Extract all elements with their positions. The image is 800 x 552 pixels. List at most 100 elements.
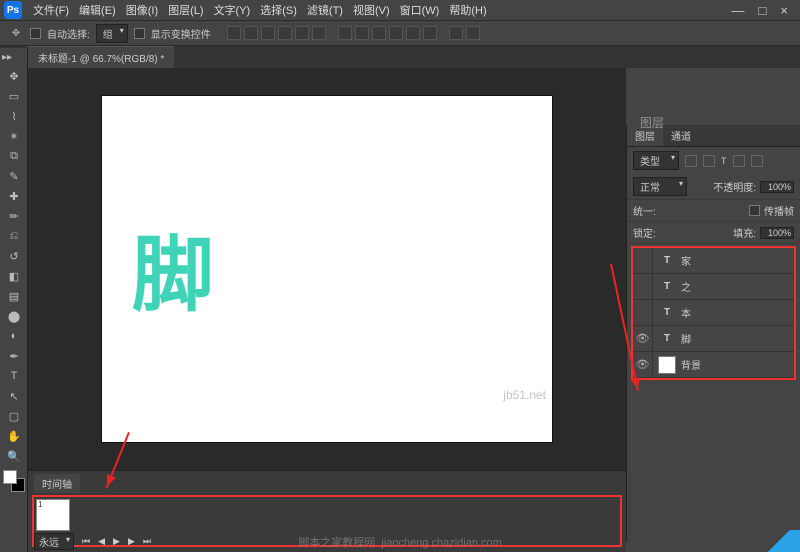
align-icon[interactable] (312, 26, 326, 40)
propagate-checkbox[interactable] (749, 205, 760, 216)
window-close[interactable]: × (780, 3, 788, 18)
menu-select[interactable]: 选择(S) (255, 2, 302, 18)
auto-select-label: 自动选择: (47, 26, 90, 41)
layers-list: T家T之T本👁T脚👁背景 (631, 246, 796, 380)
canvas-text: 脚 (132, 208, 214, 327)
menu-type[interactable]: 文字(Y) (209, 2, 256, 18)
layer-row[interactable]: T家 (633, 248, 794, 274)
eyedropper-tool[interactable]: ✎ (0, 166, 28, 186)
arrange-icon[interactable] (466, 26, 480, 40)
menu-help[interactable]: 帮助(H) (444, 2, 491, 18)
distribute-icon[interactable] (338, 26, 352, 40)
dodge-tool[interactable]: ◐ (0, 326, 28, 346)
filter-adjust-icon[interactable] (703, 155, 715, 167)
filter-smart-icon[interactable] (751, 155, 763, 167)
auto-select-checkbox[interactable] (30, 28, 41, 39)
tab-layers[interactable]: 图层 (627, 125, 663, 146)
visibility-toggle[interactable]: 👁 (633, 352, 653, 378)
layer-filter-type[interactable]: 类型 (633, 151, 679, 170)
options-bar: ✥ 自动选择: 组 显示变换控件 (0, 20, 800, 46)
pen-tool[interactable]: ✒ (0, 346, 28, 366)
visibility-toggle[interactable] (633, 248, 653, 274)
layer-name: 本 (681, 305, 794, 320)
blend-mode-combo[interactable]: 正常 (633, 177, 687, 196)
eraser-tool[interactable]: ◧ (0, 266, 28, 286)
type-layer-icon: T (658, 330, 676, 348)
filter-type-icon[interactable]: T (721, 156, 727, 166)
arrange-icon[interactable] (449, 26, 463, 40)
visibility-toggle[interactable] (633, 300, 653, 326)
filter-pixel-icon[interactable] (685, 155, 697, 167)
watermark: 脚本之家教程网 jiaocheng.chazidian.com (0, 534, 800, 550)
layer-name: 家 (681, 253, 794, 268)
align-icon[interactable] (261, 26, 275, 40)
align-icon[interactable] (227, 26, 241, 40)
zoom-tool[interactable]: 🔍 (0, 446, 28, 466)
document-tab[interactable]: 未标题-1 @ 66.7%(RGB/8) * (28, 46, 174, 68)
type-layer-icon: T (658, 252, 676, 270)
move-tool[interactable]: ✥ (0, 66, 28, 86)
menu-edit[interactable]: 编辑(E) (74, 2, 121, 18)
visibility-toggle[interactable]: 👁 (633, 326, 653, 352)
menu-bar: Ps 文件(F) 编辑(E) 图像(I) 图层(L) 文字(Y) 选择(S) 滤… (0, 0, 800, 20)
blur-tool[interactable]: ⬤ (0, 306, 28, 326)
type-tool[interactable]: T (0, 366, 28, 386)
heal-tool[interactable]: ✚ (0, 186, 28, 206)
stamp-tool[interactable]: ⎌ (0, 226, 28, 246)
brush-tool[interactable]: ✏ (0, 206, 28, 226)
timeline-tab[interactable]: 时间轴 (34, 474, 80, 493)
timeline-frame[interactable]: 1 (36, 499, 70, 531)
fill-field[interactable]: 100% (760, 227, 794, 239)
menu-layer[interactable]: 图层(L) (163, 2, 208, 18)
opacity-label: 不透明度: (713, 179, 756, 194)
type-layer-icon: T (658, 304, 676, 322)
path-tool[interactable]: ↖ (0, 386, 28, 406)
marquee-tool[interactable]: ▭ (0, 86, 28, 106)
filter-shape-icon[interactable] (733, 155, 745, 167)
distribute-icon[interactable] (406, 26, 420, 40)
tools-panel: ▸▸ ✥ ▭ ⌇ ✴ ⧉ ✎ ✚ ✏ ⎌ ↺ ◧ ▤ ⬤ ◐ ✒ T ↖ ▢ ✋… (0, 48, 28, 552)
distribute-icon[interactable] (389, 26, 403, 40)
show-transform-checkbox[interactable] (134, 28, 145, 39)
menu-window[interactable]: 窗口(W) (395, 2, 445, 18)
distribute-icon[interactable] (423, 26, 437, 40)
frame-number: 1 (38, 500, 42, 509)
layer-row[interactable]: 👁 背景 (633, 352, 794, 378)
fill-label: 填充: (733, 225, 756, 240)
show-transform-label: 显示变换控件 (151, 26, 211, 41)
hand-tool[interactable]: ✋ (0, 426, 28, 446)
color-swatch[interactable] (3, 470, 25, 492)
layer-row[interactable]: 👁T脚 (633, 326, 794, 352)
window-maximize[interactable]: □ (759, 3, 767, 18)
menu-file[interactable]: 文件(F) (28, 2, 74, 18)
layer-row[interactable]: T本 (633, 300, 794, 326)
history-brush-tool[interactable]: ↺ (0, 246, 28, 266)
tab-channels[interactable]: 通道 (663, 125, 699, 146)
layer-row[interactable]: T之 (633, 274, 794, 300)
menu-filter[interactable]: 滤镜(T) (302, 2, 348, 18)
distribute-icon[interactable] (355, 26, 369, 40)
crop-tool[interactable]: ⧉ (0, 146, 28, 166)
move-tool-icon: ✥ (8, 26, 24, 40)
align-icon[interactable] (244, 26, 258, 40)
auto-select-combo[interactable]: 组 (96, 24, 128, 43)
layer-name: 背景 (681, 357, 794, 372)
align-icon[interactable] (295, 26, 309, 40)
distribute-icon[interactable] (372, 26, 386, 40)
align-icon[interactable] (278, 26, 292, 40)
menu-view[interactable]: 视图(V) (348, 2, 395, 18)
opacity-field[interactable]: 100% (760, 181, 794, 193)
layer-thumbnail (658, 356, 676, 374)
visibility-toggle[interactable] (633, 274, 653, 300)
lasso-tool[interactable]: ⌇ (0, 106, 28, 126)
lock-label: 锁定: (633, 225, 656, 240)
shape-tool[interactable]: ▢ (0, 406, 28, 426)
app-logo: Ps (4, 1, 22, 19)
layer-name: 之 (681, 279, 794, 294)
window-minimize[interactable]: — (732, 3, 745, 18)
expand-icon[interactable]: ▸▸ (0, 48, 14, 66)
gradient-tool[interactable]: ▤ (0, 286, 28, 306)
wand-tool[interactable]: ✴ (0, 126, 28, 146)
menu-image[interactable]: 图像(I) (121, 2, 163, 18)
canvas[interactable]: 脚 jb51.net (102, 96, 552, 442)
